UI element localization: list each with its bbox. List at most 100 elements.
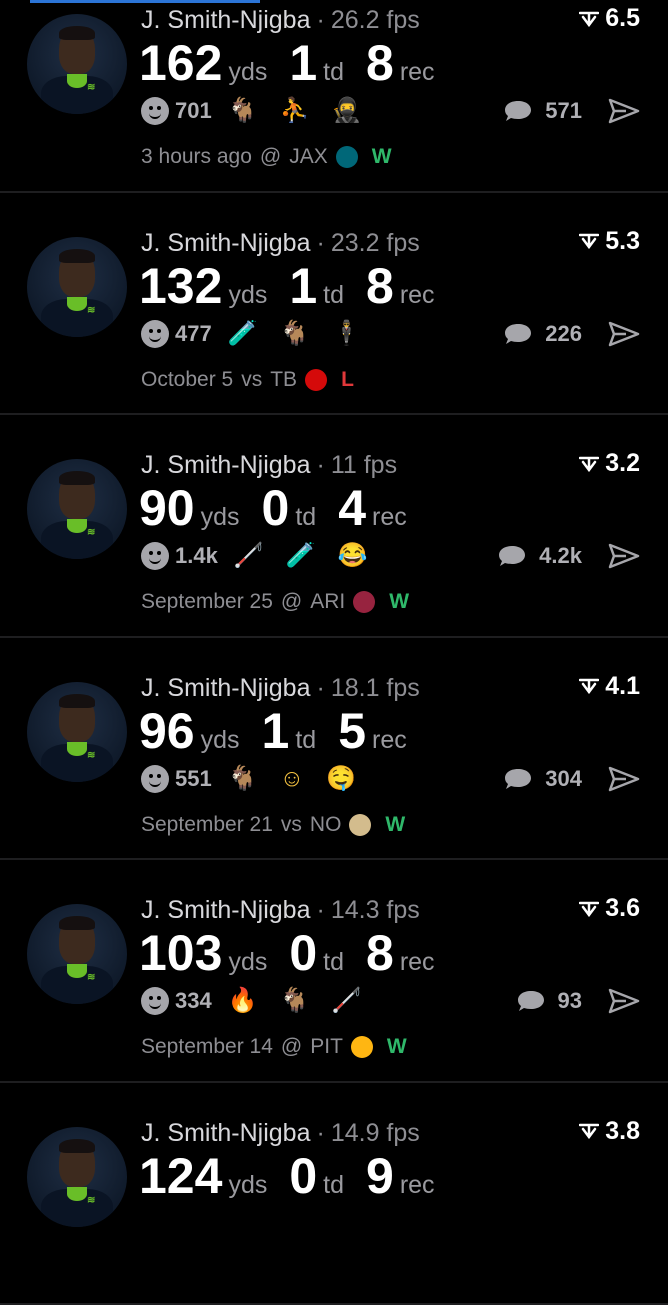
player-name-line: J. Smith-Njigba·14.3 fps (141, 896, 420, 925)
comment-bubble-icon[interactable] (503, 99, 533, 123)
comments-area: 93 (516, 987, 640, 1015)
goat-reaction-icon[interactable]: 🐐 (280, 322, 310, 346)
reactions-bar[interactable]: 551 🐐☺🤤 (141, 765, 356, 793)
reactions-bar[interactable]: 1.4k 🦯 🧪 😂 (141, 542, 368, 570)
ninja-reaction-icon[interactable]: 🥷 (332, 99, 362, 123)
game-log-feed: ≋ J. Smith-Njigba·26.2 fps 6.5 162yds1td… (0, 0, 668, 1305)
player-avatar[interactable]: ≋ (27, 14, 127, 114)
score-value: 3.6 (605, 894, 640, 923)
player-avatar[interactable]: ≋ (27, 904, 127, 1004)
reaction-count: 477 (175, 321, 212, 347)
opponent-abbr[interactable]: JAX (289, 145, 328, 169)
figure-reaction-icon[interactable]: 🕴 (332, 322, 362, 346)
receptions-value: 9 (366, 1148, 394, 1204)
yards-unit: yds (201, 503, 240, 531)
touchdowns-unit: td (323, 281, 344, 309)
trend-down-icon (579, 456, 599, 472)
game-card[interactable]: ≋ J. Smith-Njigba·18.1 fps 4.1 96yds1td5… (0, 638, 668, 861)
player-name[interactable]: J. Smith-Njigba (141, 451, 311, 479)
share-send-icon[interactable] (608, 320, 640, 348)
opponent-logo-icon (336, 146, 358, 168)
score-badge: 3.8 (579, 1117, 640, 1146)
comment-bubble-icon[interactable] (503, 322, 533, 346)
fantasy-points: 14.9 fps (331, 1119, 420, 1147)
fire-reaction-icon[interactable]: 🔥 (228, 989, 258, 1013)
opponent-abbr[interactable]: PIT (310, 1035, 343, 1059)
smiling-reaction-icon[interactable]: ☺ (280, 767, 305, 791)
share-send-icon[interactable] (608, 765, 640, 793)
receptions-unit: rec (400, 1171, 435, 1199)
touchdowns-unit: td (295, 503, 316, 531)
laughing-reaction-icon[interactable]: 😂 (338, 544, 368, 568)
reaction-emojis: 🦯 🧪 😂 (234, 544, 368, 568)
smile-reaction-icon[interactable] (141, 97, 169, 125)
test-tube-reaction-icon[interactable]: 🧪 (286, 544, 316, 568)
touchdowns-unit: td (323, 58, 344, 86)
yards-unit: yds (228, 58, 267, 86)
opponent-abbr[interactable]: TB (270, 368, 297, 392)
game-card[interactable]: ≋ J. Smith-Njigba·14.9 fps 3.8 124yds0td… (0, 1083, 668, 1305)
player-name-line: J. Smith-Njigba·11 fps (141, 451, 397, 480)
player-reaction-icon[interactable]: ⛹ (280, 99, 310, 123)
reactions-bar[interactable]: 334 🔥🐐🦯 (141, 987, 361, 1015)
reaction-count: 1.4k (175, 543, 218, 569)
smile-reaction-icon[interactable] (141, 542, 169, 570)
game-card[interactable]: ≋ J. Smith-Njigba·26.2 fps 6.5 162yds1td… (0, 0, 668, 193)
game-result: W (389, 590, 409, 614)
goat-reaction-icon[interactable]: 🐐 (280, 989, 310, 1013)
share-send-icon[interactable] (608, 97, 640, 125)
receptions-value: 5 (338, 703, 366, 759)
test-tube-reaction-icon[interactable]: 🧪 (228, 322, 258, 346)
touchdowns-value: 1 (289, 258, 317, 314)
reactions-bar[interactable]: 477 🧪 🐐 🕴 (141, 320, 361, 348)
separator-dot: · (317, 1119, 325, 1147)
yards-value: 124 (139, 1148, 222, 1204)
share-send-icon[interactable] (608, 542, 640, 570)
player-avatar[interactable]: ≋ (27, 1127, 127, 1227)
game-info: September 14 @ PIT W (141, 1035, 407, 1059)
cane-reaction-icon[interactable]: 🦯 (234, 544, 264, 568)
reaction-emojis: 🔥 🐐 🦯 (228, 989, 362, 1013)
player-name[interactable]: J. Smith-Njigba (141, 229, 311, 257)
smile-reaction-icon[interactable] (141, 765, 169, 793)
player-name-line: J. Smith-Njigba·26.2 fps (141, 6, 420, 35)
player-name[interactable]: J. Smith-Njigba (141, 674, 311, 702)
goat-reaction-icon[interactable]: 🐐 (228, 767, 258, 791)
smile-reaction-icon[interactable] (141, 987, 169, 1015)
seahawks-logo-icon: ≋ (87, 527, 95, 538)
trend-down-icon (579, 1123, 599, 1139)
game-card[interactable]: ≋ J. Smith-Njigba·11 fps 3.2 90yds0td4re… (0, 415, 668, 638)
opponent-abbr[interactable]: NO (310, 813, 342, 837)
goat-reaction-icon[interactable]: 🐐 (228, 99, 258, 123)
comment-bubble-icon[interactable] (497, 544, 527, 568)
seahawks-logo-icon: ≋ (87, 972, 95, 983)
opponent-abbr[interactable]: ARI (310, 590, 345, 614)
game-card[interactable]: ≋ J. Smith-Njigba·14.3 fps 3.6 103yds0td… (0, 860, 668, 1083)
comments-area: 571 (503, 97, 640, 125)
player-name[interactable]: J. Smith-Njigba (141, 896, 311, 924)
game-result: L (341, 368, 354, 392)
yards-value: 103 (139, 925, 222, 981)
share-send-icon[interactable] (608, 987, 640, 1015)
game-card[interactable]: ≋ J. Smith-Njigba·23.2 fps 5.3 132yds1td… (0, 193, 668, 416)
drooling-reaction-icon[interactable]: 🤤 (326, 767, 356, 791)
seahawks-logo-icon: ≋ (87, 1195, 95, 1206)
cane-reaction-icon[interactable]: 🦯 (332, 989, 362, 1013)
game-date: October 5 (141, 368, 233, 392)
player-avatar[interactable]: ≋ (27, 682, 127, 782)
player-name[interactable]: J. Smith-Njigba (141, 6, 311, 34)
separator-dot: · (317, 229, 325, 257)
comment-bubble-icon[interactable] (516, 989, 546, 1013)
receptions-value: 8 (366, 35, 394, 91)
comments-area: 226 (503, 320, 640, 348)
player-name[interactable]: J. Smith-Njigba (141, 1119, 311, 1147)
receptions-value: 8 (366, 258, 394, 314)
player-avatar[interactable]: ≋ (27, 459, 127, 559)
reaction-emojis: 🐐 ☺ 🤤 (228, 767, 356, 791)
player-avatar[interactable]: ≋ (27, 237, 127, 337)
smile-reaction-icon[interactable] (141, 320, 169, 348)
home-away: vs (281, 813, 302, 837)
comment-bubble-icon[interactable] (503, 767, 533, 791)
reactions-bar[interactable]: 701 🐐⛹🥷 (141, 97, 361, 125)
yards-value: 96 (139, 703, 195, 759)
